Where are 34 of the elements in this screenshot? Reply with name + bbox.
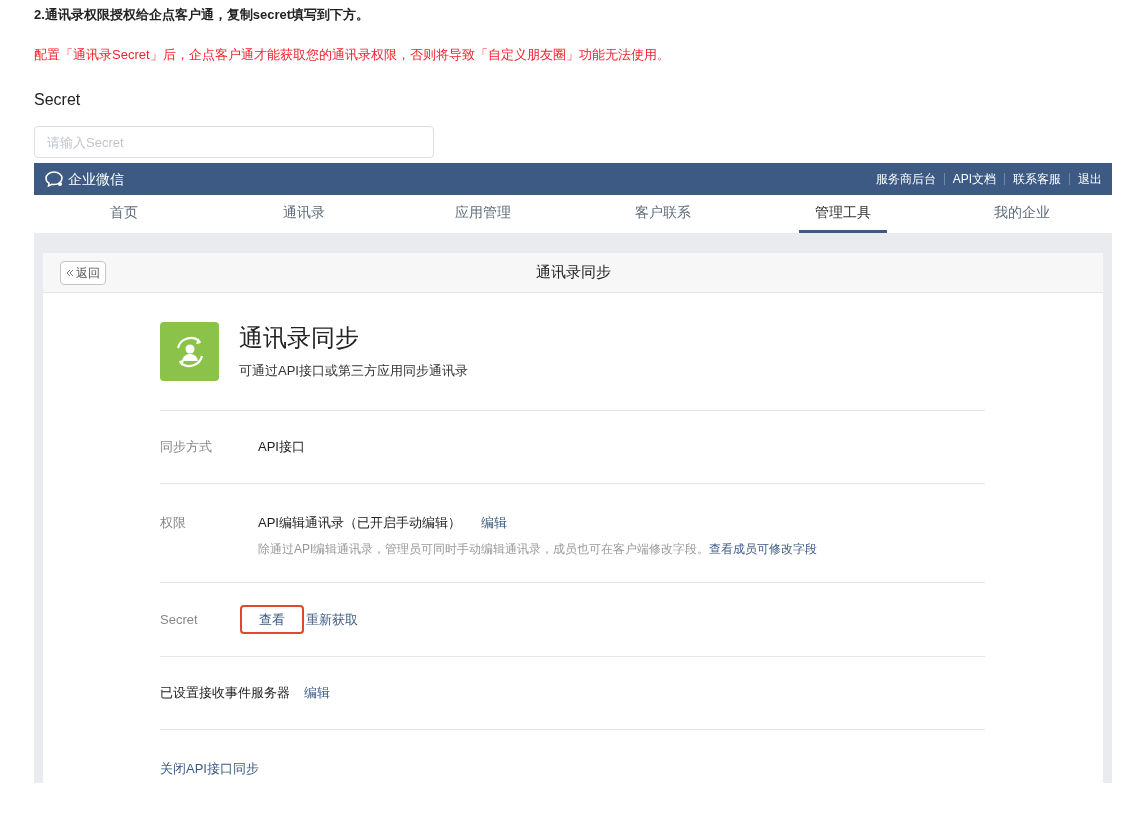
row-value: API编辑通讯录（已开启手动编辑）	[258, 514, 461, 532]
secret-input[interactable]: 请输入Secret	[34, 126, 434, 158]
app-name: 通讯录同步	[239, 323, 360, 353]
edit-link[interactable]: 编辑	[480, 513, 507, 533]
nav-tab[interactable]: 客户联系	[618, 195, 707, 233]
brand-name: 企业微信	[68, 169, 124, 189]
view-fields-link[interactable]: 查看成员可修改字段	[709, 539, 818, 558]
nav-tab[interactable]: 通讯录	[266, 195, 341, 233]
step-title: 2.通讯录权限授权给企点客户通，复制secret填写到下方。	[34, 6, 371, 24]
row-label: Secret	[160, 610, 199, 629]
secret-action-link[interactable]: 重新获取	[304, 609, 360, 630]
nav-tab[interactable]: 我的企业	[978, 195, 1067, 233]
edit-link[interactable]: 编辑	[304, 683, 330, 703]
top-link[interactable]: 联系客服	[1013, 170, 1061, 188]
row-label: 同步方式	[160, 438, 213, 457]
back-button[interactable]: 返回	[60, 260, 106, 285]
chat-bubble-icon	[44, 170, 64, 188]
secret-action-link[interactable]: 查看	[240, 604, 304, 635]
nav-tab[interactable]: 应用管理	[439, 195, 528, 233]
top-link[interactable]: API文档	[952, 170, 996, 188]
nav-tab[interactable]: 首页	[93, 195, 154, 233]
warning-text: 配置「通讯录Secret」后，企点客户通才能获取您的通讯录权限，否则将导致「自定义朋友圈」功能无法使用。	[34, 46, 671, 64]
permission-note: 除通过API编辑通讯录，管理员可同时手动编辑通讯录，成员也可在客户端修改字段。	[258, 540, 710, 558]
double-chevron-icon	[66, 268, 74, 277]
nav-tab[interactable]: 管理工具	[798, 195, 887, 233]
row-label: 已设置接收事件服务器	[160, 684, 290, 703]
page-title: 通讯录同步	[535, 262, 611, 283]
top-link[interactable]: 服务商后台	[875, 170, 936, 188]
top-link[interactable]: 退出	[1078, 170, 1102, 188]
field-label: Secret	[34, 90, 82, 110]
app-description: 可通过API接口或第三方应用同步通讯录	[239, 362, 468, 380]
row-value: API接口	[258, 438, 305, 457]
close-sync-link[interactable]: 关闭API接口同步	[160, 761, 259, 776]
row-label: 权限	[160, 514, 187, 532]
